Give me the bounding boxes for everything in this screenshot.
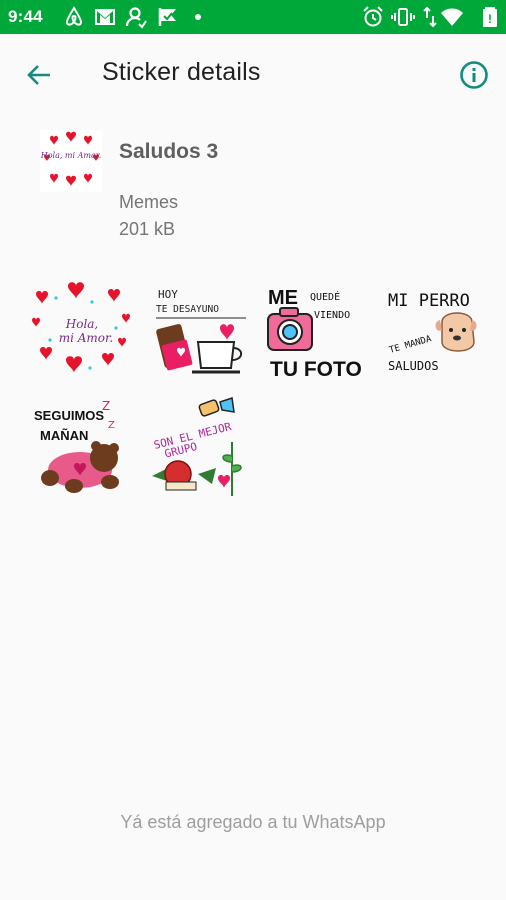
sticker-hola-amor[interactable]: Hola, mi Amor. <box>30 280 134 384</box>
sticker-text: MAÑAN <box>40 428 88 443</box>
sticker-text: MI PERRO <box>388 291 470 311</box>
sticker-seguimos[interactable]: SEGUIMOS MAÑAN Z Z <box>30 396 134 500</box>
sticker-mejor-grupo[interactable]: SON EL MEJOR GRUPO <box>148 396 252 500</box>
wifi-icon <box>440 5 464 29</box>
sticker-text: HOY <box>158 288 178 301</box>
sticker-text: QUEDÉ <box>310 290 340 303</box>
info-button[interactable] <box>457 58 491 92</box>
already-added-message: Yá está agregado a tu WhatsApp <box>120 812 386 832</box>
gmail-icon <box>93 5 117 29</box>
person-icon <box>124 5 148 29</box>
sticker-text: VIENDO <box>314 310 350 321</box>
sticker-text: Hola, <box>65 317 99 331</box>
alarm-icon <box>361 5 385 29</box>
sticker-text: Z <box>102 399 110 413</box>
airbnb-icon <box>62 5 86 29</box>
info-icon <box>460 61 488 89</box>
sticker-text: TE MANDA <box>388 334 433 356</box>
sticker-text: TE DESAYUNO <box>156 304 219 315</box>
battery-icon: ! <box>478 5 502 29</box>
sticker-perro[interactable]: MI PERRO TE MANDA SALUDOS <box>384 280 488 384</box>
status-time: 9:44 <box>8 7 43 26</box>
back-button[interactable] <box>22 58 56 92</box>
data-arrows-icon <box>418 5 442 29</box>
sticker-text: SEGUIMOS <box>34 408 104 423</box>
vibrate-icon <box>391 5 415 29</box>
pack-size: 201 kB <box>119 219 176 239</box>
page-title: Sticker details <box>102 58 261 86</box>
pack-publisher: Memes <box>119 192 179 212</box>
arrow-back-icon <box>27 65 50 85</box>
pack-tray-image: Hola, mi Amor. <box>40 130 102 192</box>
status-bar: 9:44 ! <box>0 0 506 34</box>
pack-name: Saludos 3 <box>119 140 219 163</box>
app-bar: Sticker details <box>0 34 506 114</box>
sticker-text: mi Amor. <box>59 331 114 345</box>
sticker-foto[interactable]: ME QUEDÉ VIENDO TU FOTO <box>266 280 370 384</box>
tray-caption: Hola, mi Amor. <box>40 151 101 160</box>
svg-text:!: ! <box>488 12 492 26</box>
sticker-text: Z <box>108 420 115 431</box>
sticker-text: ME <box>268 287 298 309</box>
sticker-desayuno[interactable]: HOY TE DESAYUNO <box>148 280 252 384</box>
flag-icon <box>156 5 180 29</box>
sticker-text: SALUDOS <box>388 359 439 373</box>
dot-icon <box>186 5 210 29</box>
sticker-text: TU FOTO <box>270 358 362 381</box>
